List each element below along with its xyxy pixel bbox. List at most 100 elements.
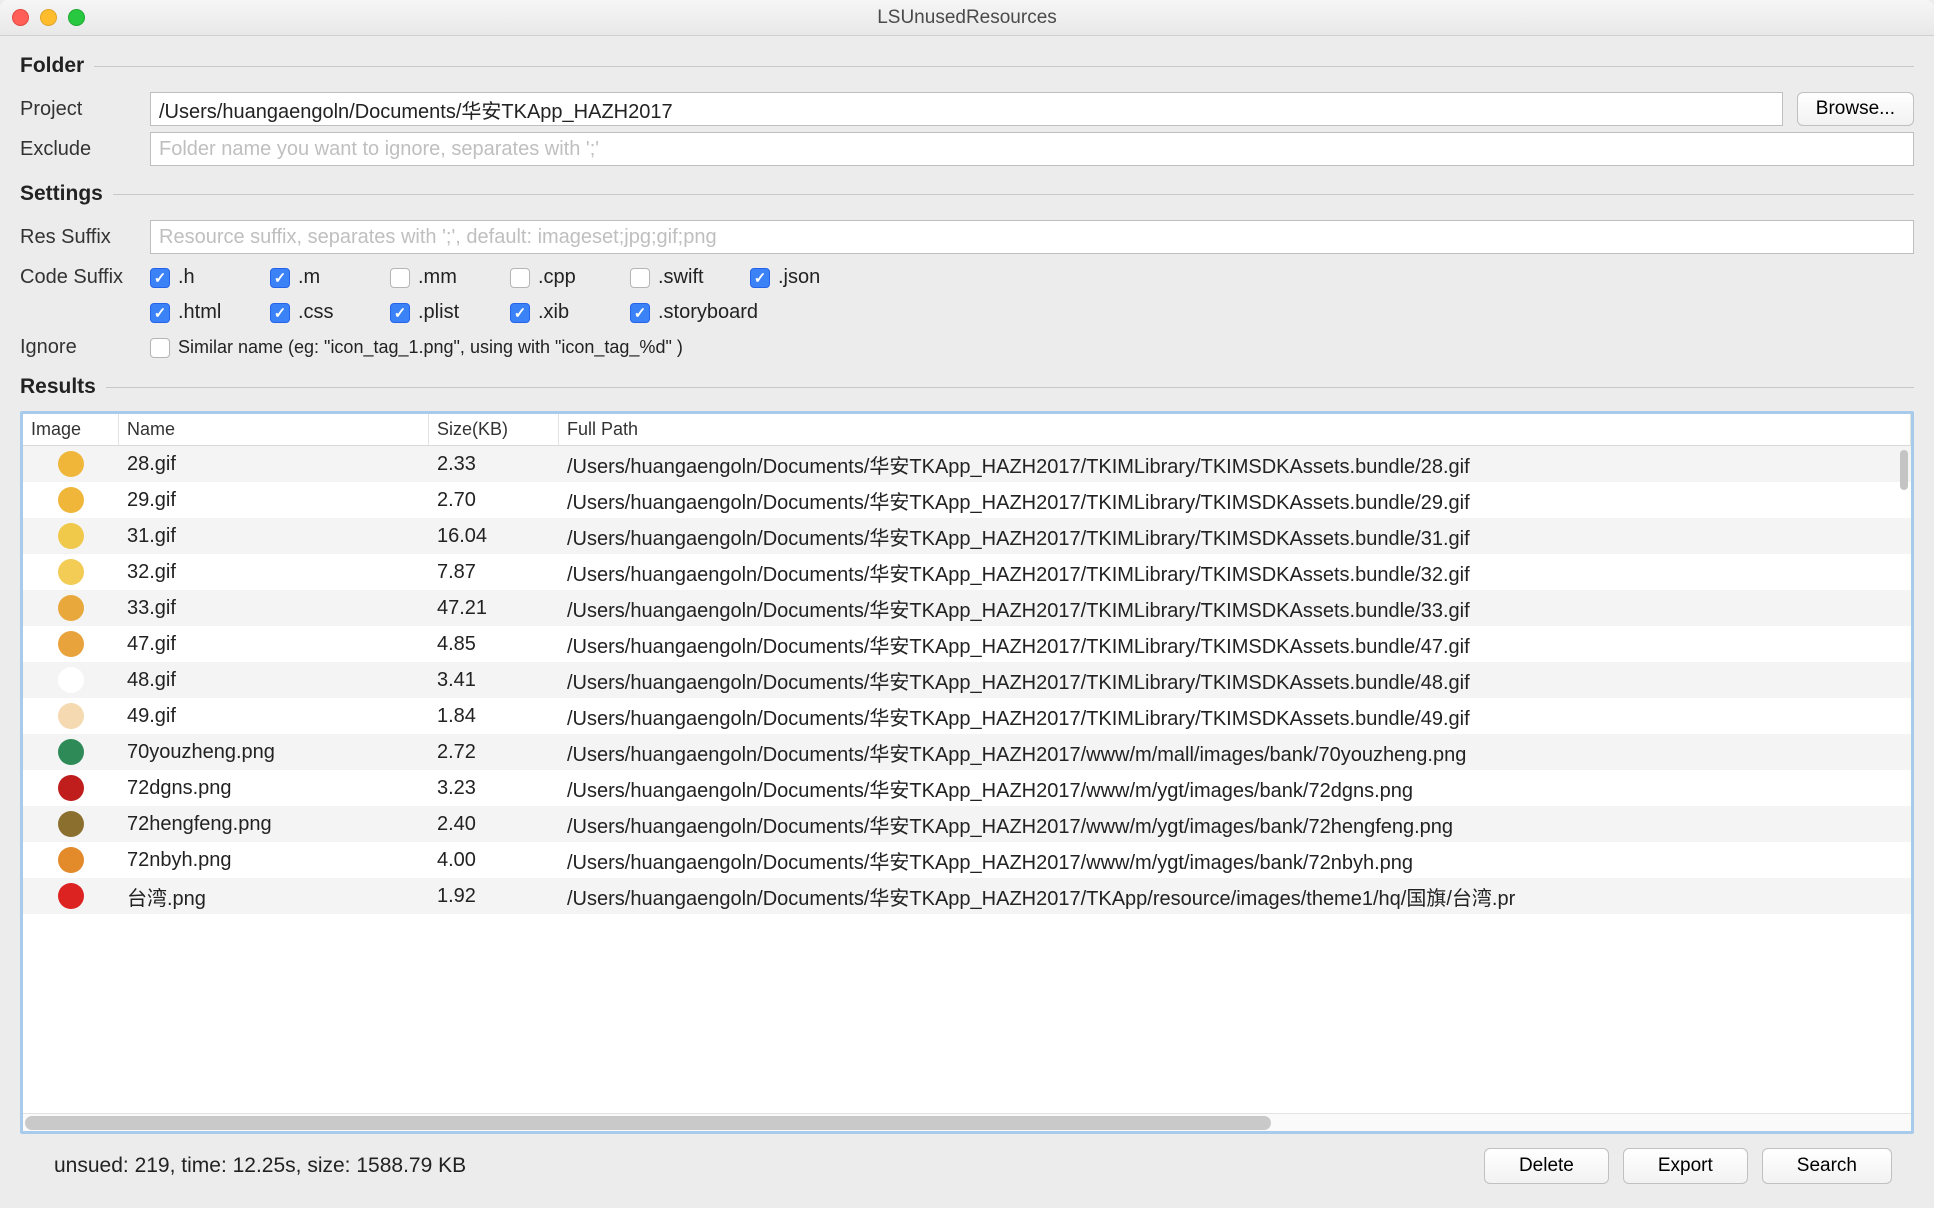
thumbnail-icon — [58, 595, 84, 621]
table-row[interactable]: 28.gif2.33/Users/huangaengoln/Documents/… — [23, 446, 1911, 482]
cell-image — [23, 523, 119, 549]
table-row[interactable]: 31.gif16.04/Users/huangaengoln/Documents… — [23, 518, 1911, 554]
cell-name: 47.gif — [119, 633, 429, 656]
thumbnail-icon — [58, 559, 84, 585]
table-row[interactable]: 72nbyh.png4.00/Users/huangaengoln/Docume… — [23, 842, 1911, 878]
cell-image — [23, 595, 119, 621]
cell-path: /Users/huangaengoln/Documents/华安TKApp_HA… — [559, 846, 1911, 875]
cell-image — [23, 559, 119, 585]
cell-size: 2.40 — [429, 813, 559, 836]
table-row[interactable]: 49.gif1.84/Users/huangaengoln/Documents/… — [23, 698, 1911, 734]
folder-section: Folder Project Browse... Exclude — [20, 54, 1914, 172]
table-row[interactable]: 48.gif3.41/Users/huangaengoln/Documents/… — [23, 662, 1911, 698]
cell-path: /Users/huangaengoln/Documents/华安TKApp_HA… — [559, 810, 1911, 839]
titlebar: LSUnusedResources — [0, 0, 1934, 36]
suffix-option: .m — [270, 266, 390, 289]
cell-image — [23, 487, 119, 513]
suffix-label: .h — [178, 266, 195, 289]
cell-image — [23, 667, 119, 693]
suffix-checkbox[interactable] — [390, 303, 410, 323]
project-label: Project — [20, 98, 150, 121]
suffix-label: .json — [778, 266, 820, 289]
thumbnail-icon — [58, 631, 84, 657]
vertical-scrollbar-thumb[interactable] — [1900, 450, 1908, 490]
suffix-label: .cpp — [538, 266, 576, 289]
header-image[interactable]: Image — [23, 414, 119, 445]
suffix-option: .html — [150, 301, 270, 324]
cell-size: 3.23 — [429, 777, 559, 800]
suffix-option: .h — [150, 266, 270, 289]
cell-name: 33.gif — [119, 597, 429, 620]
suffix-checkbox[interactable] — [150, 303, 170, 323]
suffix-checkbox[interactable] — [150, 268, 170, 288]
table-row[interactable]: 台湾.png1.92/Users/huangaengoln/Documents/… — [23, 878, 1911, 914]
cell-name: 49.gif — [119, 705, 429, 728]
suffix-label: .css — [298, 301, 334, 324]
suffix-checkbox[interactable] — [630, 303, 650, 323]
status-text: unsued: 219, time: 12.25s, size: 1588.79… — [54, 1154, 466, 1178]
suffix-checkbox[interactable] — [510, 303, 530, 323]
suffix-option: .cpp — [510, 266, 630, 289]
suffix-option: .storyboard — [630, 301, 810, 324]
cell-size: 1.84 — [429, 705, 559, 728]
cell-name: 48.gif — [119, 669, 429, 692]
table-row[interactable]: 72hengfeng.png2.40/Users/huangaengoln/Do… — [23, 806, 1911, 842]
header-name[interactable]: Name — [119, 414, 429, 445]
cell-name: 28.gif — [119, 453, 429, 476]
search-button[interactable]: Search — [1762, 1148, 1892, 1184]
results-table: Image Name Size(KB) Full Path 28.gif2.33… — [20, 411, 1914, 1134]
suffix-checkbox[interactable] — [630, 268, 650, 288]
suffix-checkbox[interactable] — [270, 268, 290, 288]
suffix-checkbox[interactable] — [390, 268, 410, 288]
cell-size: 3.41 — [429, 669, 559, 692]
cell-image — [23, 811, 119, 837]
res-suffix-input[interactable] — [150, 220, 1914, 254]
res-suffix-label: Res Suffix — [20, 226, 150, 249]
thumbnail-icon — [58, 739, 84, 765]
thumbnail-icon — [58, 883, 84, 909]
suffix-checkbox[interactable] — [750, 268, 770, 288]
settings-legend: Settings — [20, 182, 113, 206]
folder-legend: Folder — [20, 54, 94, 78]
exclude-input[interactable] — [150, 132, 1914, 166]
project-path-input[interactable] — [150, 92, 1783, 126]
horizontal-scrollbar[interactable] — [23, 1113, 1911, 1131]
cell-path: /Users/huangaengoln/Documents/华安TKApp_HA… — [559, 666, 1911, 695]
suffix-option: .swift — [630, 266, 750, 289]
table-row[interactable]: 29.gif2.70/Users/huangaengoln/Documents/… — [23, 482, 1911, 518]
footer: unsued: 219, time: 12.25s, size: 1588.79… — [20, 1134, 1914, 1202]
ignore-similar-checkbox[interactable] — [150, 338, 170, 358]
header-path[interactable]: Full Path — [559, 414, 1911, 445]
settings-section: Settings Res Suffix Code Suffix .h.m.mm.… — [20, 182, 1914, 365]
suffix-option: .mm — [390, 266, 510, 289]
header-size[interactable]: Size(KB) — [429, 414, 559, 445]
thumbnail-icon — [58, 703, 84, 729]
cell-size: 7.87 — [429, 561, 559, 584]
cell-image — [23, 703, 119, 729]
thumbnail-icon — [58, 811, 84, 837]
table-row[interactable]: 47.gif4.85/Users/huangaengoln/Documents/… — [23, 626, 1911, 662]
table-row[interactable]: 33.gif47.21/Users/huangaengoln/Documents… — [23, 590, 1911, 626]
cell-image — [23, 739, 119, 765]
table-row[interactable]: 72dgns.png3.23/Users/huangaengoln/Docume… — [23, 770, 1911, 806]
table-body[interactable]: 28.gif2.33/Users/huangaengoln/Documents/… — [23, 446, 1911, 1113]
window-body: Folder Project Browse... Exclude Setting… — [0, 36, 1934, 1208]
thumbnail-icon — [58, 775, 84, 801]
suffix-checkbox[interactable] — [510, 268, 530, 288]
cell-name: 72hengfeng.png — [119, 813, 429, 836]
suffix-option: .css — [270, 301, 390, 324]
horizontal-scrollbar-thumb[interactable] — [25, 1116, 1271, 1130]
cell-path: /Users/huangaengoln/Documents/华安TKApp_HA… — [559, 738, 1911, 767]
suffix-checkbox[interactable] — [270, 303, 290, 323]
suffix-option: .xib — [510, 301, 630, 324]
table-row[interactable]: 32.gif7.87/Users/huangaengoln/Documents/… — [23, 554, 1911, 590]
cell-image — [23, 775, 119, 801]
table-row[interactable]: 70youzheng.png2.72/Users/huangaengoln/Do… — [23, 734, 1911, 770]
suffix-label: .storyboard — [658, 301, 758, 324]
cell-name: 70youzheng.png — [119, 741, 429, 764]
app-window: LSUnusedResources Folder Project Browse.… — [0, 0, 1934, 1208]
cell-path: /Users/huangaengoln/Documents/华安TKApp_HA… — [559, 882, 1911, 911]
browse-button[interactable]: Browse... — [1797, 92, 1914, 126]
delete-button[interactable]: Delete — [1484, 1148, 1609, 1184]
export-button[interactable]: Export — [1623, 1148, 1748, 1184]
